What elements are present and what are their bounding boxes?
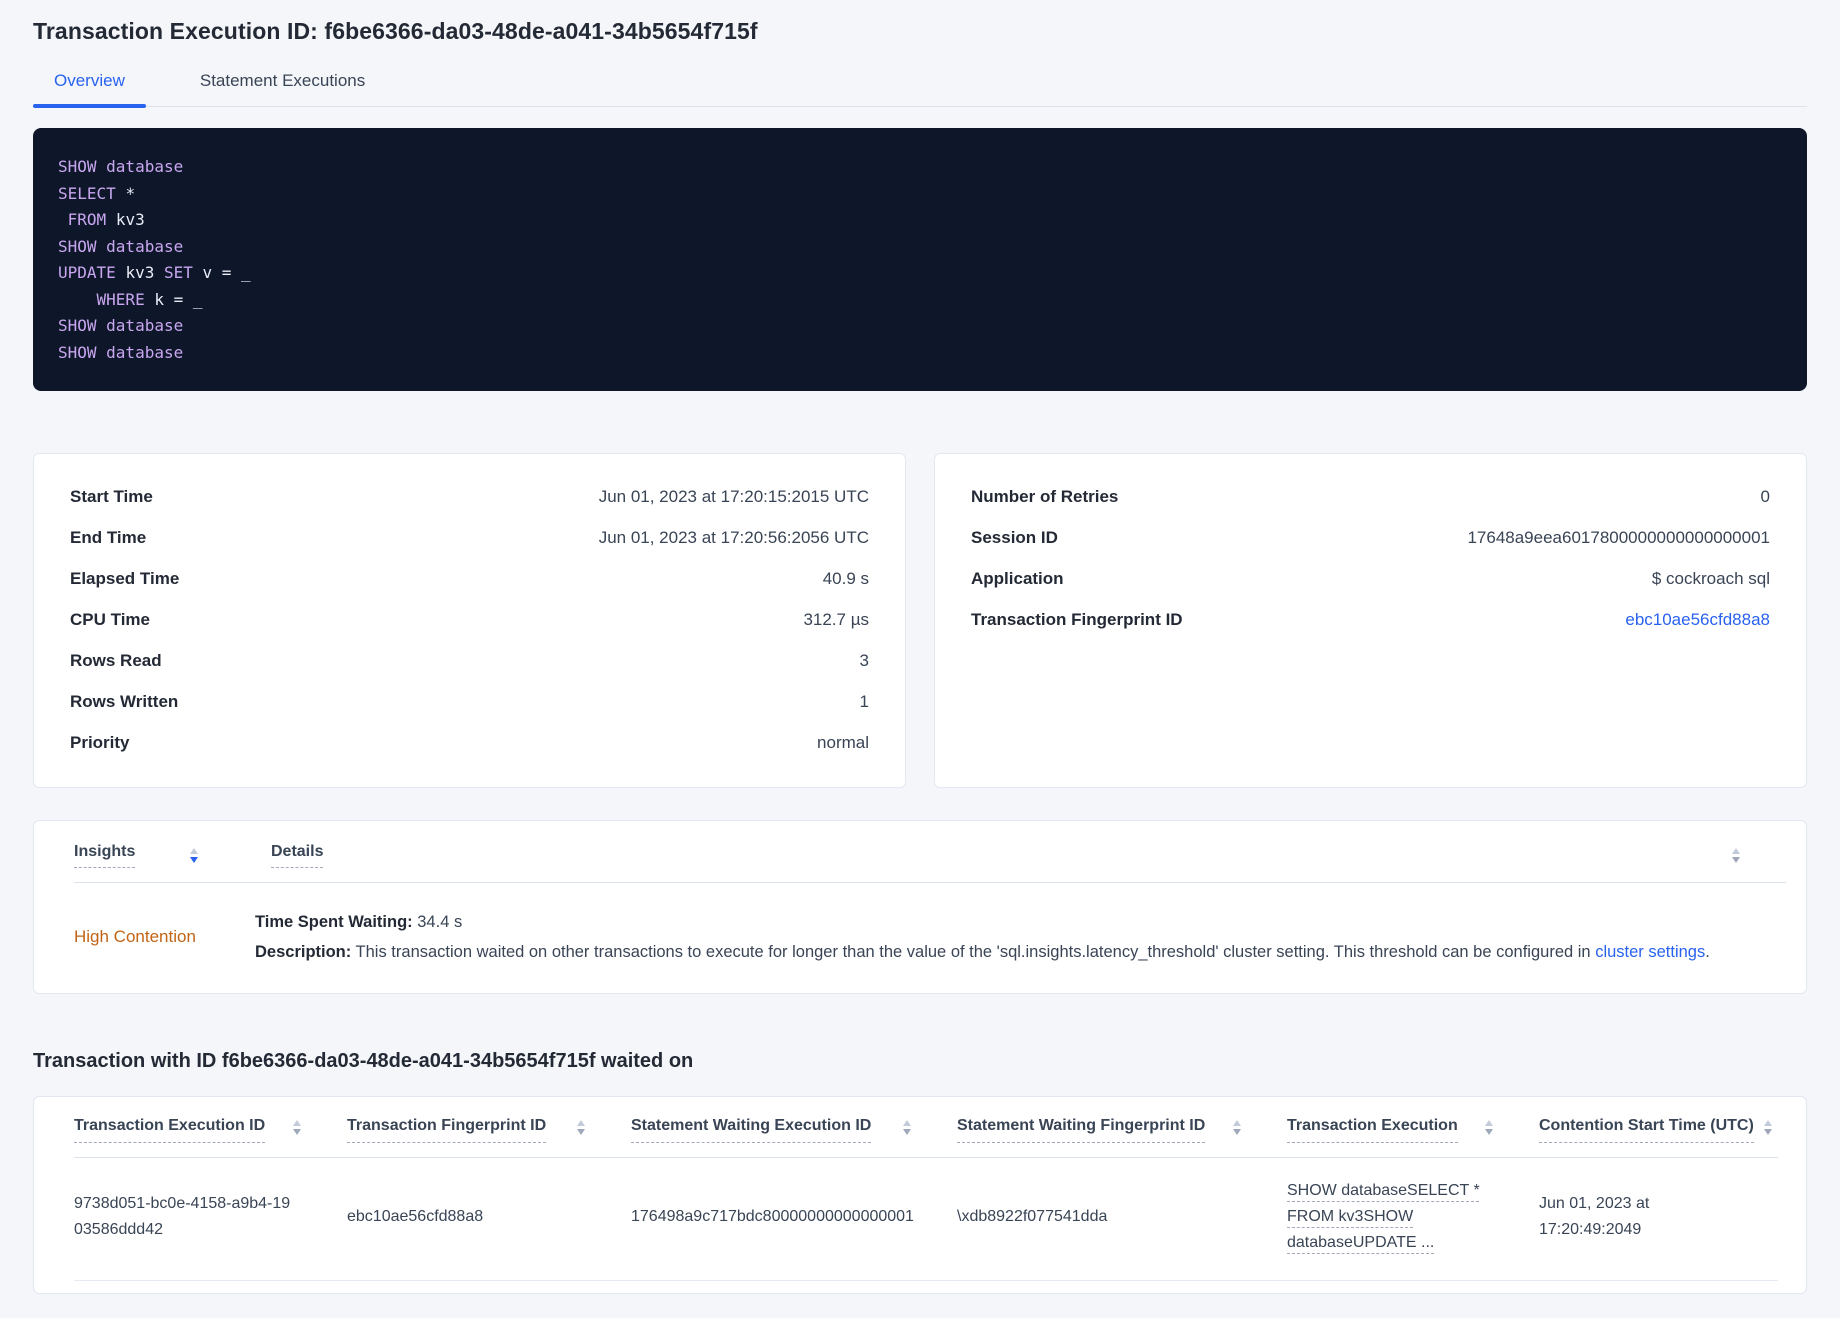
- waited-on-table-header: Transaction Execution ID Transaction Fin…: [74, 1117, 1778, 1158]
- sql-line: FROM kv3: [67, 210, 145, 229]
- insights-column-header[interactable]: Insights: [74, 843, 136, 868]
- transaction-fingerprint-link[interactable]: ebc10ae56cfd88a8: [1625, 610, 1770, 630]
- end-time-label: End Time: [70, 527, 147, 547]
- summary-card-left: Start Time Jun 01, 2023 at 17:20:15:2015…: [33, 453, 906, 788]
- session-id-value: 17648a9eea6017800000000000000001: [1467, 527, 1770, 547]
- priority-label: Priority: [70, 732, 130, 752]
- insights-table-header: Insights Details: [74, 843, 1786, 883]
- start-time-label: Start Time: [70, 486, 153, 506]
- sql-line: SHOW database: [58, 316, 184, 335]
- insights-table: Insights Details High Contention Time Sp…: [33, 820, 1807, 994]
- cluster-settings-link[interactable]: cluster settings: [1595, 943, 1705, 961]
- cell-statement-waiting-execution-id: 176498a9c717bdc80000000000000001: [631, 1208, 914, 1225]
- insight-row: High Contention Time Spent Waiting: 34.4…: [74, 883, 1786, 967]
- cell-statement-waiting-fingerprint-id: \xdb8922f077541dda: [957, 1208, 1108, 1225]
- elapsed-time-value: 40.9 s: [822, 568, 869, 588]
- cell-contention-start-time: Jun 01, 2023 at 17:20:49:2049: [1539, 1195, 1650, 1238]
- sort-icon[interactable]: [1229, 1117, 1245, 1138]
- transaction-fingerprint-label: Transaction Fingerprint ID: [971, 609, 1183, 629]
- sql-line: SHOW database: [58, 342, 184, 362]
- table-row: 9738d051-bc0e-4158-a9b4-1903586ddd42 ebc…: [74, 1158, 1778, 1281]
- sort-icon[interactable]: [1760, 1117, 1776, 1138]
- sql-line: SELECT *: [58, 183, 136, 203]
- column-header-transaction-fingerprint-id[interactable]: Transaction Fingerprint ID: [347, 1117, 547, 1143]
- tab-statement-executions[interactable]: Statement Executions: [179, 71, 386, 106]
- summary-row-rows-read: Rows Read 3: [70, 640, 869, 681]
- priority-value: normal: [817, 732, 869, 752]
- rows-read-label: Rows Read: [70, 650, 162, 670]
- summary-row-session-id: Session ID 17648a9eea6017800000000000000…: [971, 517, 1770, 558]
- sort-icon[interactable]: [899, 1117, 915, 1138]
- sql-line: SHOW database: [58, 157, 184, 176]
- details-column-header[interactable]: Details: [271, 843, 324, 868]
- summary-row-elapsed-time: Elapsed Time 40.9 s: [70, 558, 869, 599]
- summary-card-right: Number of Retries 0 Session ID 17648a9ee…: [934, 453, 1807, 788]
- insight-description-line: Description: This transaction waited on …: [255, 943, 1710, 961]
- summary-row-end-time: End Time Jun 01, 2023 at 17:20:56:2056 U…: [70, 517, 869, 558]
- rows-read-value: 3: [859, 650, 869, 670]
- waited-on-section-title: Transaction with ID f6be6366-da03-48de-a…: [33, 1050, 694, 1072]
- cpu-time-value: 312.7 µs: [803, 609, 869, 629]
- retries-label: Number of Retries: [971, 486, 1119, 506]
- insight-type-badge: High Contention: [74, 927, 196, 946]
- tab-statement-executions-label: Statement Executions: [199, 71, 366, 90]
- end-time-value: Jun 01, 2023 at 17:20:56:2056 UTC: [598, 527, 869, 547]
- transaction-execution-link[interactable]: SHOW databaseSELECT * FROM kv3SHOW datab…: [1287, 1182, 1480, 1251]
- cell-transaction-fingerprint-id: ebc10ae56cfd88a8: [347, 1208, 484, 1225]
- sql-line: SHOW database: [58, 236, 184, 256]
- active-tab-underline: [33, 104, 146, 108]
- application-label: Application: [971, 568, 1064, 588]
- sort-icon[interactable]: [289, 1117, 305, 1138]
- summary-row-start-time: Start Time Jun 01, 2023 at 17:20:15:2015…: [70, 476, 869, 517]
- column-header-contention-start-time[interactable]: Contention Start Time (UTC): [1539, 1117, 1754, 1143]
- cell-transaction-execution-id: 9738d051-bc0e-4158-a9b4-1903586ddd42: [74, 1195, 291, 1238]
- tab-overview[interactable]: Overview: [33, 71, 146, 108]
- summary-row-rows-written: Rows Written 1: [70, 681, 869, 722]
- summary-row-transaction-fingerprint: Transaction Fingerprint ID ebc10ae56cfd8…: [971, 599, 1770, 640]
- insight-details: Time Spent Waiting: 34.4 s Description: …: [255, 907, 1786, 967]
- sql-statements-box: SHOW database SELECT * FROM kv3 SHOW dat…: [33, 128, 1807, 391]
- column-header-transaction-execution[interactable]: Transaction Execution: [1287, 1117, 1458, 1143]
- summary-row-cpu-time: CPU Time 312.7 µs: [70, 599, 869, 640]
- summary-row-retries: Number of Retries 0: [971, 476, 1770, 517]
- elapsed-time-label: Elapsed Time: [70, 568, 180, 588]
- column-header-statement-waiting-fingerprint-id[interactable]: Statement Waiting Fingerprint ID: [957, 1117, 1206, 1143]
- page-title: Transaction Execution ID: f6be6366-da03-…: [33, 18, 758, 44]
- tab-overview-label: Overview: [54, 71, 125, 90]
- summary-row-priority: Priority normal: [70, 722, 869, 763]
- sql-line: WHERE k = _: [96, 289, 203, 309]
- sort-icon[interactable]: [1481, 1117, 1497, 1138]
- sort-icon[interactable]: [1728, 845, 1744, 866]
- insight-waiting-line: Time Spent Waiting: 34.4 s: [255, 913, 463, 931]
- sort-icon[interactable]: [186, 845, 202, 866]
- tab-bar: Overview Statement Executions: [33, 71, 1807, 108]
- start-time-value: Jun 01, 2023 at 17:20:15:2015 UTC: [598, 486, 869, 506]
- retries-value: 0: [1760, 486, 1770, 506]
- waited-on-table: Transaction Execution ID Transaction Fin…: [33, 1096, 1807, 1294]
- cpu-time-label: CPU Time: [70, 609, 150, 629]
- rows-written-label: Rows Written: [70, 691, 179, 711]
- rows-written-value: 1: [859, 691, 869, 711]
- column-header-transaction-execution-id[interactable]: Transaction Execution ID: [74, 1117, 266, 1143]
- application-value: $ cockroach sql: [1651, 568, 1770, 588]
- session-id-label: Session ID: [971, 527, 1058, 547]
- column-header-statement-waiting-execution-id[interactable]: Statement Waiting Execution ID: [631, 1117, 872, 1143]
- summary-row-application: Application $ cockroach sql: [971, 558, 1770, 599]
- sort-icon[interactable]: [573, 1117, 589, 1138]
- sql-line: UPDATE kv3 SET v = _: [58, 263, 251, 282]
